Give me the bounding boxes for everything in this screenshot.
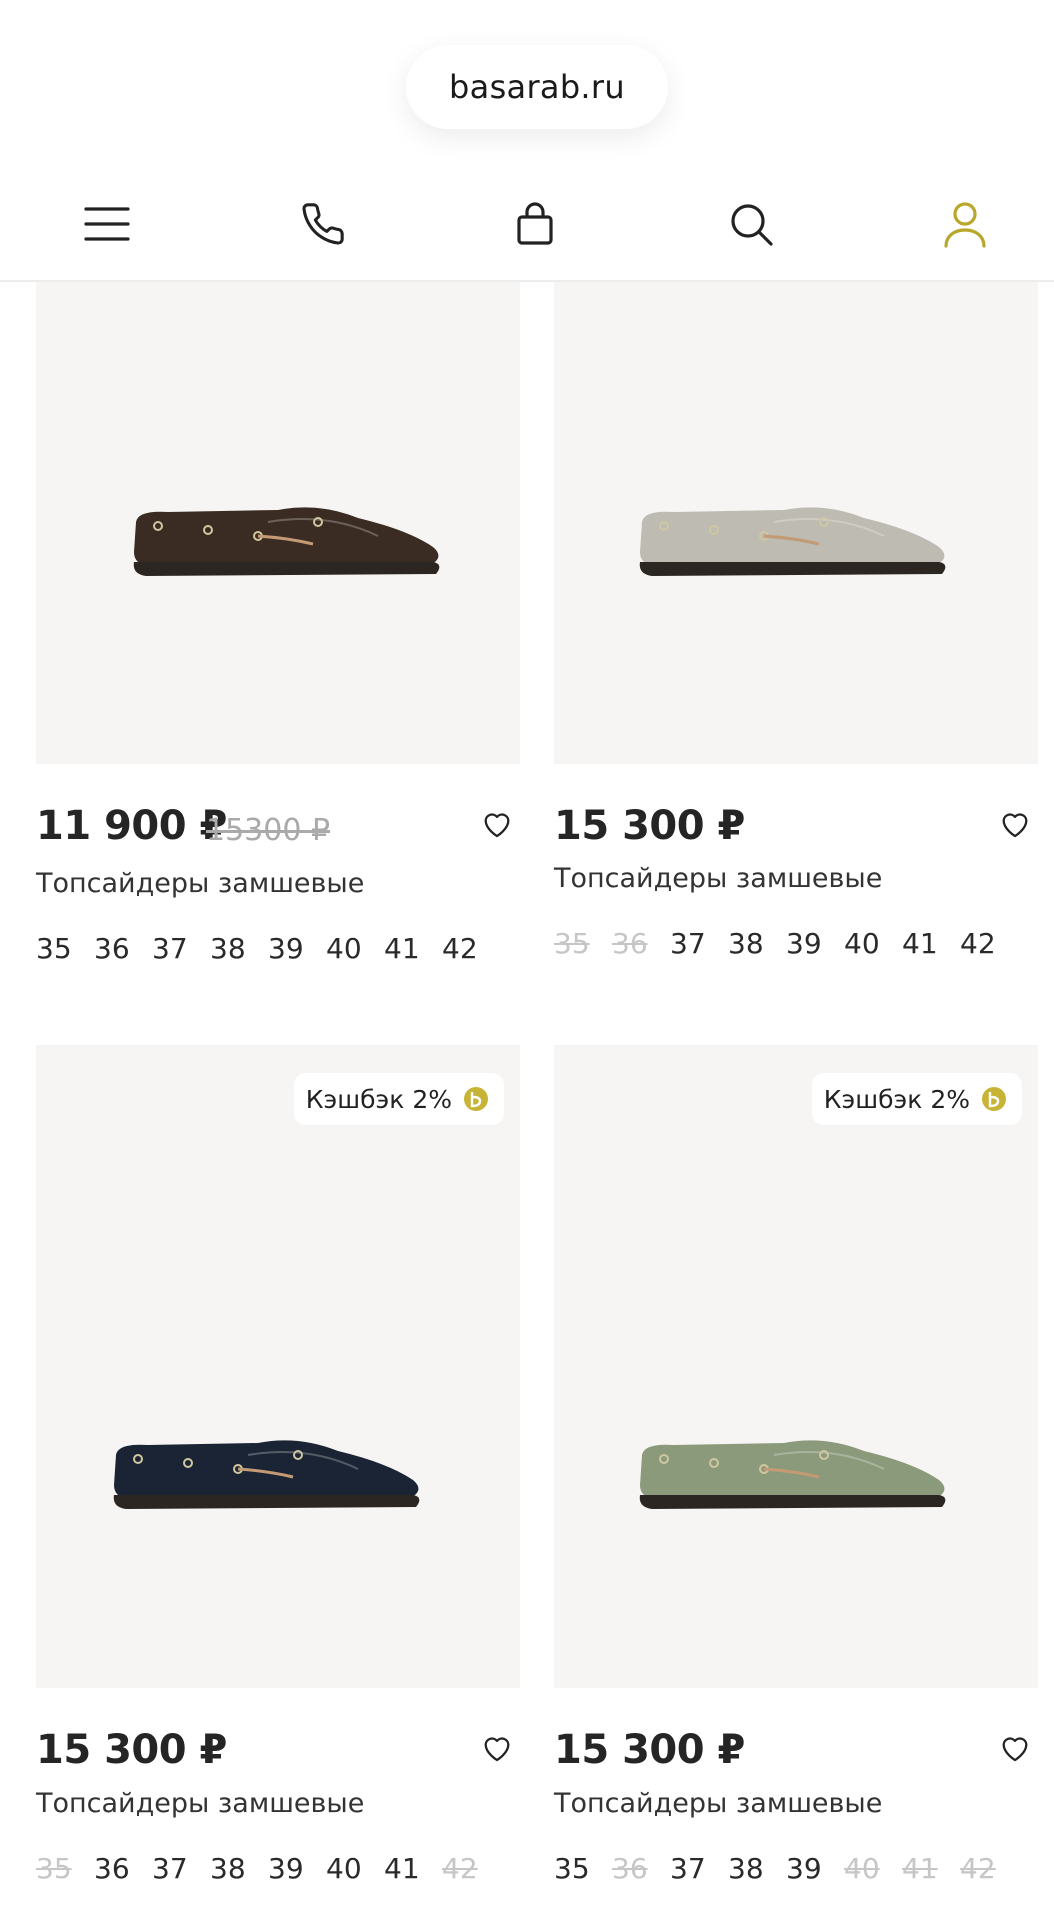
product-title[interactable]: Топсайдеры замшевые: [554, 863, 882, 894]
size-option: 40: [844, 1852, 880, 1885]
bag-icon: [517, 202, 553, 245]
old-price: 15300 ₽: [206, 813, 331, 848]
size-list: 35 36 37 38 39 40 41 42: [554, 927, 1018, 960]
phone-icon: [302, 203, 344, 245]
shoe-image: [639, 1440, 946, 1509]
price: 15 300 ₽: [554, 1727, 745, 1773]
size-option[interactable]: 42: [442, 932, 500, 965]
size-option[interactable]: 40: [326, 1852, 384, 1885]
size-option: 42: [960, 1852, 996, 1885]
shoe-image: [113, 1440, 420, 1509]
cashback-badge: Кэшбэк 2%: [293, 1073, 504, 1125]
size-list: 35 36 37 38 39 40 41 42: [36, 932, 500, 965]
favorite-button[interactable]: [480, 1731, 520, 1771]
size-option[interactable]: 39: [786, 927, 844, 960]
search-button[interactable]: [719, 192, 783, 256]
shoe-image: [639, 507, 946, 576]
search-icon: [731, 204, 773, 246]
user-icon: [944, 202, 986, 248]
shoe-image: [133, 507, 440, 576]
phone-button[interactable]: [291, 192, 355, 256]
price: 15 300 ₽: [36, 1727, 227, 1773]
heart-icon: [484, 813, 510, 838]
size-option[interactable]: 42: [960, 927, 1018, 960]
size-option: 35: [36, 1852, 72, 1885]
menu-button[interactable]: [75, 192, 139, 256]
size-option: 36: [612, 1852, 648, 1885]
url-bar[interactable]: basarab.ru: [406, 45, 668, 129]
size-option[interactable]: 36: [94, 1852, 152, 1885]
bag-button[interactable]: [503, 192, 567, 256]
cashback-icon: [982, 1087, 1006, 1111]
product-image[interactable]: Кэшбэк 2%: [554, 1045, 1038, 1688]
cashback-label: Кэшбэк 2%: [305, 1084, 452, 1114]
size-option[interactable]: 37: [670, 1852, 728, 1885]
size-option[interactable]: 41: [384, 1852, 442, 1885]
price-row: 15 300 ₽: [554, 1727, 1038, 1777]
product-title[interactable]: Топсайдеры замшевые: [36, 868, 364, 899]
size-list: 35 36 37 38 39 40 41 42: [36, 1852, 500, 1885]
size-option[interactable]: 40: [326, 932, 384, 965]
size-option[interactable]: 35: [36, 932, 94, 965]
product-image[interactable]: [554, 282, 1038, 764]
size-option[interactable]: 36: [94, 932, 152, 965]
size-option[interactable]: 38: [728, 927, 786, 960]
size-option[interactable]: 39: [268, 932, 326, 965]
size-option[interactable]: 35: [554, 1852, 612, 1885]
heart-icon: [1002, 813, 1028, 838]
size-option[interactable]: 38: [210, 932, 268, 965]
price-row: 15 300 ₽: [36, 1727, 520, 1777]
menu-icon: [84, 207, 130, 241]
profile-button[interactable]: [933, 192, 997, 256]
size-option: 42: [442, 1852, 478, 1885]
price: 11 900 ₽: [36, 803, 227, 849]
heart-icon: [484, 1737, 510, 1762]
size-option: 41: [902, 1852, 938, 1885]
favorite-button[interactable]: [998, 1731, 1038, 1771]
price: 15 300 ₽: [554, 803, 745, 849]
size-option: 36: [612, 927, 648, 960]
price-row: 11 900 ₽15300 ₽: [36, 803, 520, 853]
url-text: basarab.ru: [449, 68, 625, 106]
price-row: 15 300 ₽: [554, 803, 1038, 853]
size-option[interactable]: 39: [268, 1852, 326, 1885]
size-option[interactable]: 39: [786, 1852, 844, 1885]
size-option[interactable]: 38: [728, 1852, 786, 1885]
heart-icon: [1002, 1737, 1028, 1762]
size-option[interactable]: 41: [384, 932, 442, 965]
cashback-label: Кэшбэк 2%: [823, 1084, 970, 1114]
size-option[interactable]: 37: [670, 927, 728, 960]
cashback-icon: [464, 1087, 488, 1111]
size-option[interactable]: 38: [210, 1852, 268, 1885]
size-list: 35 36 37 38 39 40 41 42: [554, 1852, 1018, 1885]
favorite-button[interactable]: [480, 807, 520, 847]
product-image[interactable]: [36, 282, 520, 764]
size-option: 35: [554, 927, 590, 960]
product-image[interactable]: Кэшбэк 2%: [36, 1045, 520, 1688]
size-option[interactable]: 40: [844, 927, 902, 960]
size-option[interactable]: 37: [152, 1852, 210, 1885]
favorite-button[interactable]: [998, 807, 1038, 847]
bottom-nav: [0, 170, 1054, 282]
size-option[interactable]: 37: [152, 932, 210, 965]
cashback-badge: Кэшбэк 2%: [811, 1073, 1022, 1125]
product-title[interactable]: Топсайдеры замшевые: [36, 1788, 364, 1819]
product-title[interactable]: Топсайдеры замшевые: [554, 1788, 882, 1819]
size-option[interactable]: 41: [902, 927, 960, 960]
